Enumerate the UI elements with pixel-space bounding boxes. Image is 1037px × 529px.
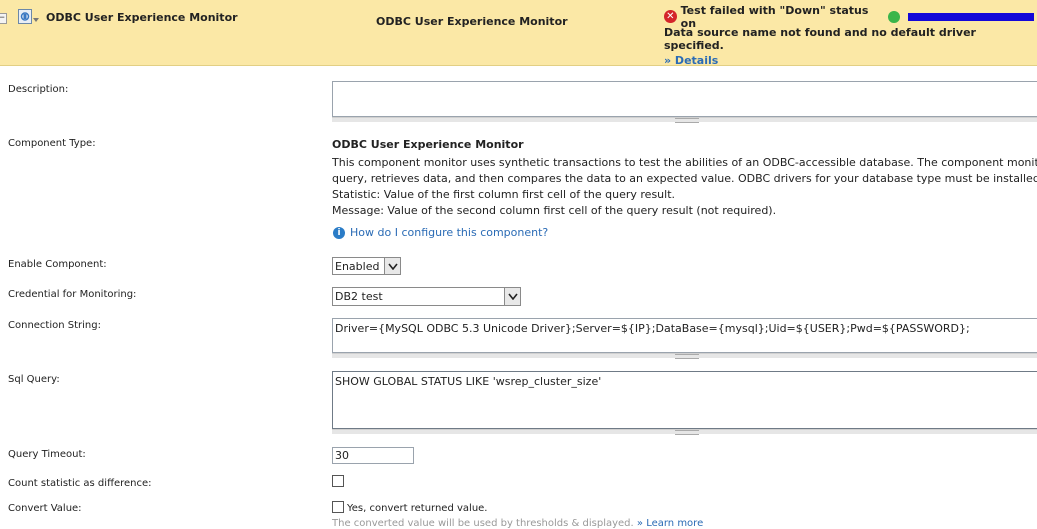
component-icon bbox=[18, 9, 39, 24]
learn-more-link[interactable]: » Learn more bbox=[637, 518, 703, 529]
convert-value-checkbox[interactable] bbox=[332, 501, 344, 513]
status-panel: ✕ Test failed with "Down" status on Data… bbox=[664, 4, 1034, 67]
component-type-label: Component Type: bbox=[8, 138, 96, 149]
credential-label: Credential for Monitoring: bbox=[8, 289, 137, 300]
convert-value-checkbox-label: Yes, convert returned value. bbox=[347, 503, 488, 514]
info-icon: i bbox=[333, 226, 345, 239]
resize-grip-icon[interactable] bbox=[332, 353, 1037, 359]
query-timeout-label: Query Timeout: bbox=[8, 449, 86, 460]
resize-grip-icon[interactable] bbox=[332, 117, 1037, 123]
status-line: ✕ Test failed with "Down" status on bbox=[664, 4, 1034, 30]
collapse-icon[interactable]: − bbox=[0, 13, 7, 24]
credential-select[interactable]: DB2 test bbox=[332, 287, 521, 306]
redacted-node-name bbox=[907, 12, 1034, 21]
error-icon: ✕ bbox=[664, 10, 677, 23]
enable-component-value: Enabled bbox=[335, 259, 380, 273]
header-center-title: ODBC User Experience Monitor bbox=[376, 15, 568, 28]
dropdown-arrow-icon bbox=[504, 288, 520, 305]
description-label: Description: bbox=[8, 84, 69, 95]
count-statistic-checkbox[interactable] bbox=[332, 475, 344, 487]
description-line: This component monitor uses synthetic tr… bbox=[332, 156, 1037, 169]
enable-component-label: Enable Component: bbox=[8, 259, 107, 270]
details-link[interactable]: » Details bbox=[664, 54, 1034, 67]
sql-query-field[interactable]: SHOW GLOBAL STATUS LIKE 'wsrep_cluster_s… bbox=[332, 371, 1037, 429]
description-field[interactable] bbox=[332, 81, 1037, 117]
dropdown-arrow-icon bbox=[384, 258, 400, 274]
convert-note-text: The converted value will be used by thre… bbox=[332, 518, 634, 529]
description-line: query, retrieves data, and then compares… bbox=[332, 172, 1037, 185]
convert-value-label: Convert Value: bbox=[8, 503, 82, 514]
configure-help-text: How do I configure this component? bbox=[350, 226, 549, 239]
component-type-title: ODBC User Experience Monitor bbox=[332, 138, 524, 151]
query-timeout-input[interactable] bbox=[332, 447, 414, 464]
description-line: Message: Value of the second column firs… bbox=[332, 204, 777, 217]
component-header: − ODBC User Experience Monitor ODBC User… bbox=[0, 0, 1037, 67]
connection-string-field[interactable]: Driver={MySQL ODBC 5.3 Unicode Driver};S… bbox=[332, 318, 1037, 353]
credential-value: DB2 test bbox=[335, 290, 383, 303]
enable-component-select[interactable]: Enabled bbox=[332, 257, 401, 275]
connection-string-label: Connection String: bbox=[8, 320, 101, 331]
description-line: Statistic: Value of the first column fir… bbox=[332, 188, 676, 201]
convert-note: The converted value will be used by thre… bbox=[332, 518, 703, 529]
sql-query-label: Sql Query: bbox=[8, 374, 60, 385]
node-status-icon bbox=[887, 10, 900, 23]
configure-help-link[interactable]: i How do I configure this component? bbox=[333, 226, 548, 239]
status-message: Data source name not found and no defaul… bbox=[664, 26, 976, 52]
component-type-description: This component monitor uses synthetic tr… bbox=[332, 155, 1037, 219]
count-statistic-label: Count statistic as difference: bbox=[8, 478, 152, 489]
resize-grip-icon[interactable] bbox=[332, 429, 1037, 435]
header-title: ODBC User Experience Monitor bbox=[46, 11, 238, 24]
